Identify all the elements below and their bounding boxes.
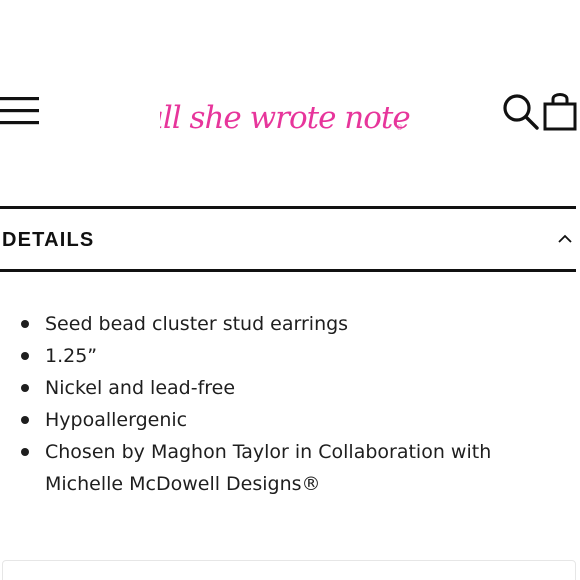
menu-button[interactable] [0,94,42,128]
list-item: Seed bead cluster stud earrings [0,308,505,340]
details-title: DETAILS [2,229,95,251]
list-item-text: Chosen by Maghon Taylor in Collaboration… [45,441,492,495]
chevron-up-icon [558,234,572,243]
search-button[interactable] [500,91,542,133]
list-item-text: Nickel and lead-free [45,377,236,399]
accordion-bottom-divider [0,269,576,272]
list-item: Chosen by Maghon Taylor in Collaboration… [0,436,505,500]
list-item-text: 1.25” [45,345,98,367]
details-accordion-toggle[interactable]: DETAILS [0,209,580,269]
list-item-text: Hypoallergenic [45,409,188,431]
list-item: Hypoallergenic [0,404,505,436]
hamburger-menu-icon [0,97,39,125]
bullet-icon [21,320,29,328]
site-header: all she wrote notes ® [0,0,580,180]
cart-button[interactable] [542,90,580,132]
bullet-icon [21,448,29,456]
bullet-icon [21,384,29,392]
list-item-text: Seed bead cluster stud earrings [45,313,349,335]
shopping-bag-icon [543,93,577,131]
brand-logo[interactable]: all she wrote notes ® [160,80,410,150]
brand-logo-text: all she wrote notes [160,100,410,136]
next-section-card [2,560,576,580]
list-item: Nickel and lead-free [0,372,505,404]
bullet-icon [21,352,29,360]
details-list: Seed bead cluster stud earrings 1.25” Ni… [0,308,580,500]
search-icon [503,94,539,130]
bullet-icon [21,416,29,424]
list-item: 1.25” [0,340,505,372]
registered-mark: ® [396,124,403,132]
